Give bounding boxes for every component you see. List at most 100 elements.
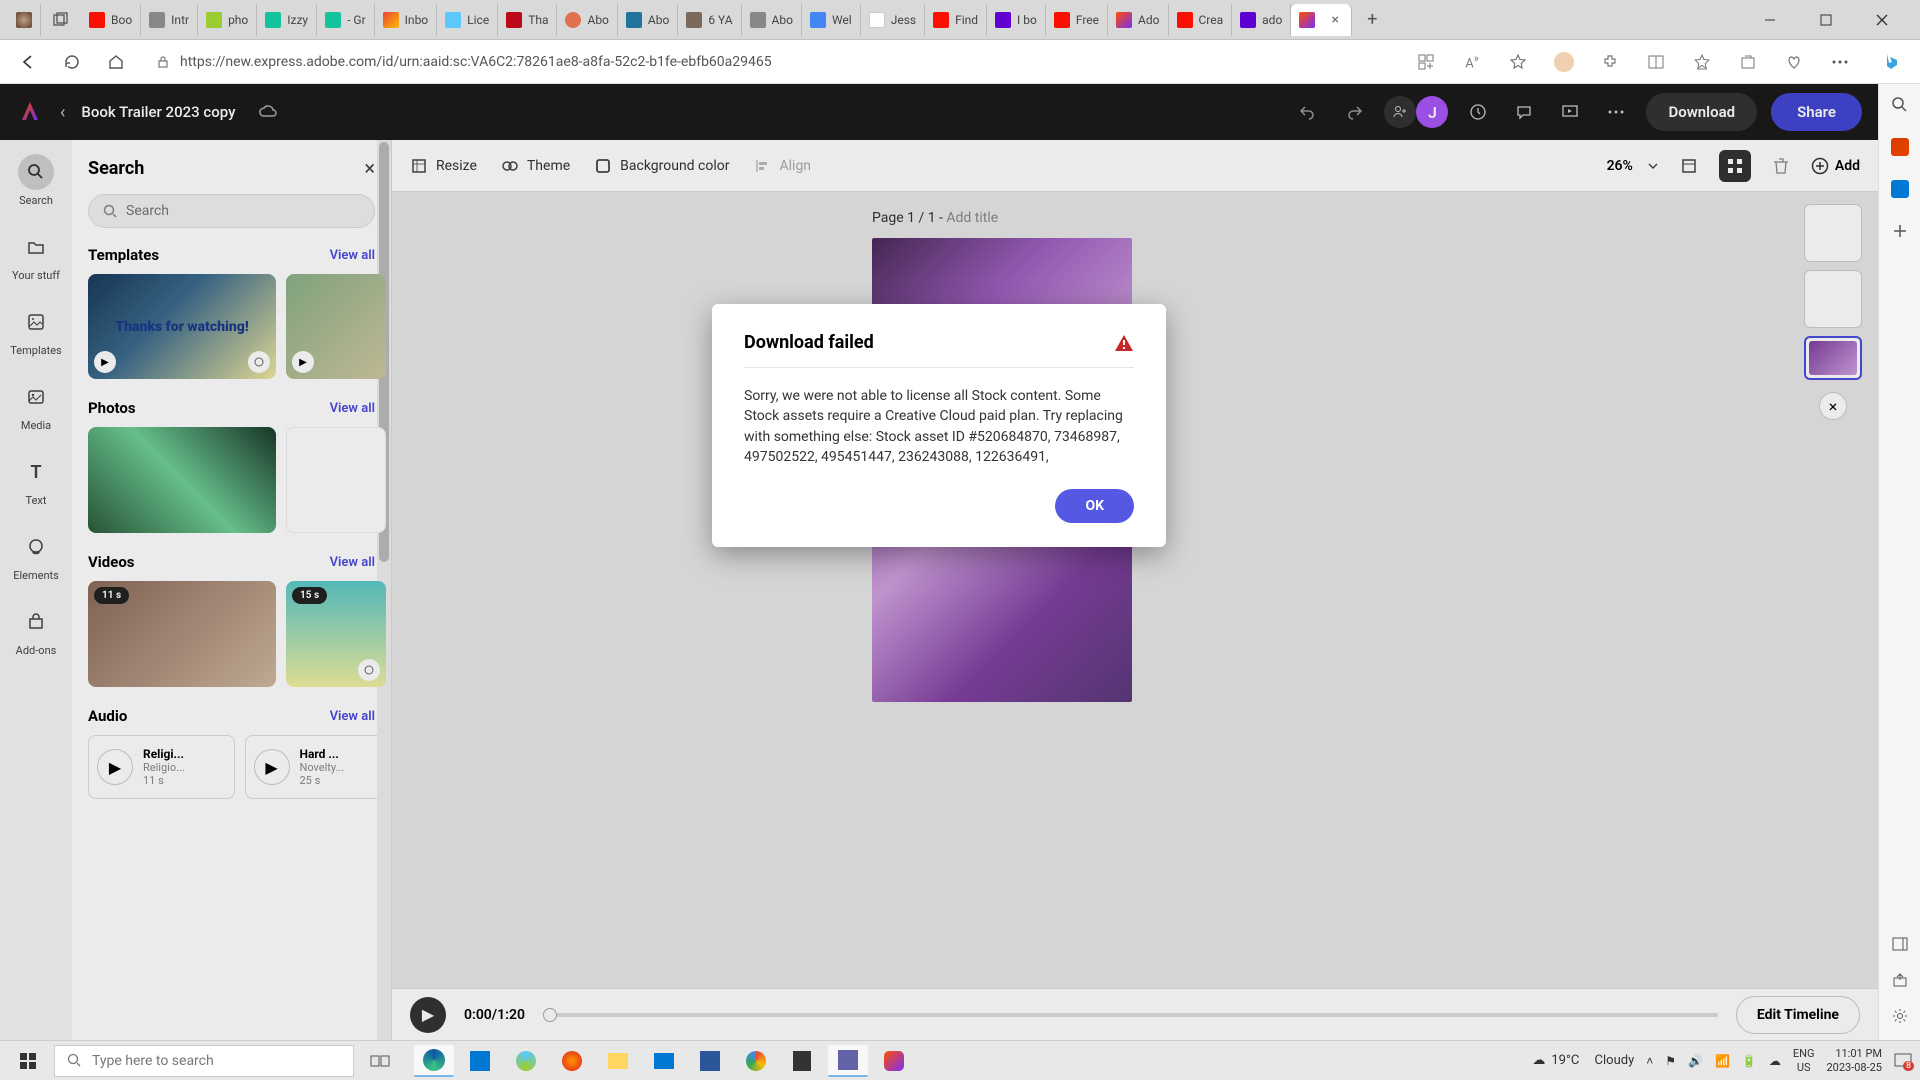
audio-play-button[interactable]: ▶ — [254, 749, 290, 785]
home-button[interactable] — [100, 46, 132, 78]
photo-thumb[interactable] — [286, 427, 386, 533]
browser-tab[interactable]: Lice — [437, 4, 498, 36]
profile-tab[interactable] — [8, 4, 41, 36]
template-thumb[interactable]: Thanks for watching! ▶ — [88, 274, 276, 379]
taskbar-app-chrome[interactable] — [736, 1045, 776, 1077]
taskbar-app[interactable] — [506, 1045, 546, 1077]
timeline-track[interactable] — [543, 1013, 1718, 1017]
rail-addons[interactable]: Add-ons — [8, 604, 64, 657]
browser-tab[interactable]: Jess — [861, 4, 925, 36]
back-button[interactable] — [12, 46, 44, 78]
favorites-list-icon[interactable] — [1686, 46, 1718, 78]
edit-timeline-button[interactable]: Edit Timeline — [1736, 996, 1860, 1034]
user-avatar[interactable]: J — [1416, 96, 1448, 128]
play-button[interactable]: ▶ — [410, 997, 446, 1033]
language-indicator[interactable]: ENGUS — [1793, 1047, 1815, 1073]
taskbar-app-notes[interactable] — [782, 1045, 822, 1077]
redo-button[interactable] — [1338, 96, 1370, 128]
close-thumbs-button[interactable]: × — [1819, 392, 1847, 420]
download-button[interactable]: Download — [1646, 93, 1757, 131]
volume-icon[interactable]: 🔊 — [1688, 1054, 1703, 1068]
rail-your-stuff[interactable]: Your stuff — [8, 229, 64, 282]
split-icon[interactable] — [1640, 46, 1672, 78]
outlook-sidebar-icon[interactable] — [1891, 180, 1909, 198]
more-options-icon[interactable] — [1600, 96, 1632, 128]
browser-tab[interactable]: Ado — [1108, 4, 1168, 36]
rail-media[interactable]: Media — [8, 379, 64, 432]
browser-tab[interactable]: Wel — [802, 4, 861, 36]
invite-button[interactable] — [1384, 96, 1416, 128]
office-sidebar-icon[interactable] — [1891, 138, 1909, 156]
page-thumb[interactable] — [1804, 270, 1862, 328]
browser-tab[interactable]: Inbo — [375, 4, 437, 36]
taskbar-search[interactable]: Type here to search — [54, 1045, 354, 1077]
audio-view-all[interactable]: View all — [330, 709, 375, 724]
start-button[interactable] — [8, 1045, 48, 1077]
browser-tab[interactable]: Crea — [1169, 4, 1233, 36]
browser-tab[interactable]: Izzy — [257, 4, 317, 36]
collections-icon[interactable] — [1732, 46, 1764, 78]
plus-sidebar-icon[interactable] — [1891, 222, 1909, 240]
chevron-down-icon[interactable] — [1647, 160, 1659, 172]
video-thumb[interactable]: 11 s — [88, 581, 276, 687]
tray-chevron-icon[interactable]: ˄ — [1646, 1054, 1653, 1068]
delete-button[interactable] — [1765, 150, 1797, 182]
templates-view-all[interactable]: View all — [330, 248, 375, 263]
ok-button[interactable]: OK — [1055, 489, 1134, 523]
taskbar-app-explorer[interactable] — [598, 1045, 638, 1077]
heart-icon[interactable] — [1778, 46, 1810, 78]
zoom-level[interactable]: 26% — [1607, 158, 1633, 174]
browser-tab[interactable]: Abo — [742, 4, 802, 36]
video-thumb[interactable]: 15 s — [286, 581, 386, 687]
onedrive-icon[interactable]: ☁ — [1769, 1054, 1781, 1068]
taskbar-app-firefox[interactable] — [552, 1045, 592, 1077]
browser-tab[interactable]: pho — [198, 4, 257, 36]
browser-tab[interactable]: Find — [925, 4, 987, 36]
rail-search[interactable]: Search — [8, 154, 64, 207]
add-page-button[interactable]: Add — [1811, 157, 1860, 175]
taskbar-app-mail[interactable] — [644, 1045, 684, 1077]
adobe-express-logo[interactable] — [16, 98, 44, 126]
resize-button[interactable]: Resize — [410, 157, 477, 175]
read-aloud-icon[interactable]: A» — [1456, 46, 1488, 78]
panel-close-button[interactable]: × — [364, 156, 375, 180]
settings-sidebar-icon[interactable] — [1892, 1008, 1908, 1024]
grid-view-button[interactable] — [1719, 150, 1751, 182]
help-icon[interactable] — [1462, 96, 1494, 128]
notifications-button[interactable]: 8 — [1894, 1053, 1912, 1069]
rail-text[interactable]: TText — [8, 454, 64, 507]
more-icon[interactable] — [1824, 46, 1856, 78]
maximize-button[interactable] — [1804, 5, 1848, 35]
minimize-button[interactable] — [1748, 5, 1792, 35]
search-sidebar-icon[interactable] — [1891, 96, 1909, 114]
audio-item[interactable]: ▶ Religi...Religio...11 s — [88, 735, 235, 799]
battery-icon[interactable]: 🔋 — [1742, 1054, 1757, 1068]
browser-tab[interactable]: 6 YA — [678, 4, 741, 36]
extensions-icon[interactable] — [1594, 46, 1626, 78]
tray-icon[interactable]: ⚑ — [1665, 1054, 1676, 1068]
taskbar-app-edge[interactable] — [414, 1045, 454, 1077]
browser-tab[interactable]: - Gr — [317, 4, 375, 36]
present-icon[interactable] — [1554, 96, 1586, 128]
browser-tab[interactable]: Intr — [141, 4, 198, 36]
tab-actions-icon[interactable] — [41, 12, 81, 28]
task-view-button[interactable] — [360, 1045, 400, 1077]
refresh-button[interactable] — [56, 46, 88, 78]
audio-play-button[interactable]: ▶ — [97, 749, 133, 785]
audio-item[interactable]: ▶ Hard ...Novelty...25 s — [245, 735, 392, 799]
browser-tab[interactable]: Boo — [81, 4, 141, 36]
back-arrow-icon[interactable]: ‹ — [60, 102, 65, 123]
share-button[interactable]: Share — [1771, 93, 1862, 131]
theme-button[interactable]: Theme — [501, 157, 570, 175]
template-thumb[interactable]: ▶ — [286, 274, 386, 379]
close-tab-icon[interactable]: × — [1327, 12, 1343, 28]
browser-tab[interactable]: I bo — [987, 4, 1046, 36]
undo-button[interactable] — [1292, 96, 1324, 128]
page-label[interactable]: Page 1 / 1 - Add title — [872, 210, 998, 226]
rail-templates[interactable]: Templates — [8, 304, 64, 357]
rail-elements[interactable]: Elements — [8, 529, 64, 582]
share-sidebar-icon[interactable] — [1892, 972, 1908, 988]
background-color-button[interactable]: Background color — [594, 157, 729, 175]
taskbar-app-store[interactable] — [460, 1045, 500, 1077]
view-mode-button[interactable] — [1673, 150, 1705, 182]
